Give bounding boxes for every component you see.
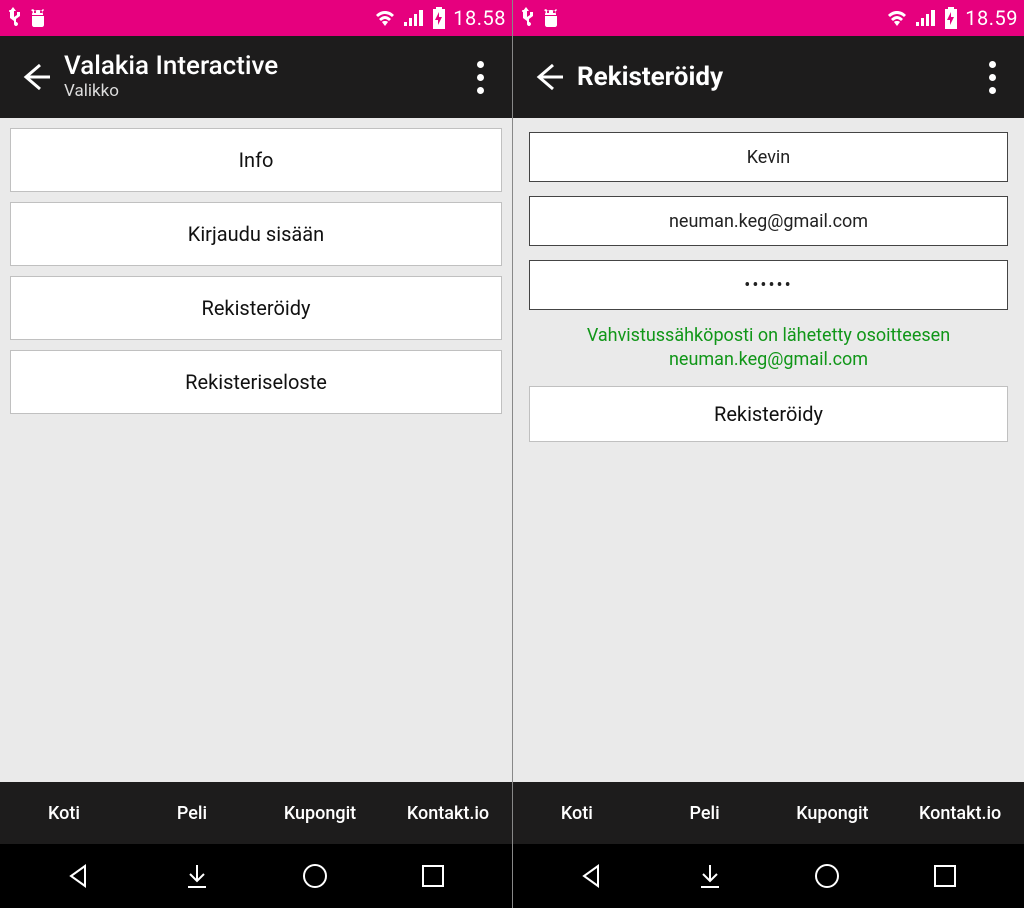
battery-icon [943, 7, 959, 29]
nav-bar [0, 844, 512, 908]
app-title: Valakia Interactive [64, 52, 460, 82]
bottom-tabs: Koti Peli Kupongit Kontakt.io [0, 782, 512, 844]
tab-coupons[interactable]: Kupongit [256, 782, 384, 844]
tab-game[interactable]: Peli [128, 782, 256, 844]
status-bar: 18.58 [0, 0, 512, 36]
register-submit-button[interactable]: Rekisteröidy [529, 386, 1008, 442]
content-area: Kevin neuman.keg@gmail.com •••••• Vahvis… [513, 118, 1024, 782]
status-time: 18.58 [453, 6, 506, 30]
nav-recent-icon[interactable] [927, 858, 963, 894]
adb-icon [541, 7, 561, 29]
signal-icon [403, 8, 425, 28]
status-time: 18.59 [965, 6, 1018, 30]
content-area: Info Kirjaudu sisään Rekisteröidy Rekist… [0, 118, 512, 782]
email-field[interactable]: neuman.keg@gmail.com [529, 196, 1008, 246]
tab-home[interactable]: Koti [513, 782, 641, 844]
nav-back-icon[interactable] [61, 858, 97, 894]
phone-left: 18.58 Valakia Interactive Valikko Info K… [0, 0, 512, 908]
tab-kontakt[interactable]: Kontakt.io [384, 782, 512, 844]
app-subtitle: Valikko [64, 82, 460, 102]
menu-privacy-button[interactable]: Rekisteriseloste [10, 350, 502, 414]
name-field[interactable]: Kevin [529, 132, 1008, 182]
password-field[interactable]: •••••• [529, 260, 1008, 310]
app-title: Rekisteröidy [577, 62, 972, 92]
back-button[interactable] [12, 53, 60, 101]
menu-info-button[interactable]: Info [10, 128, 502, 192]
back-button[interactable] [525, 53, 573, 101]
tab-coupons[interactable]: Kupongit [769, 782, 897, 844]
status-right: 18.58 [373, 6, 506, 30]
nav-download-icon[interactable] [692, 858, 728, 894]
overflow-menu-button[interactable] [460, 61, 500, 94]
app-bar-titles: Valakia Interactive Valikko [64, 52, 460, 101]
tab-kontakt[interactable]: Kontakt.io [896, 782, 1024, 844]
nav-bar [513, 844, 1024, 908]
confirmation-text: Vahvistussähköposti on lähetetty osoitte… [523, 324, 1014, 386]
usb-icon [6, 7, 20, 29]
app-bar: Rekisteröidy [513, 36, 1024, 118]
bottom-tabs: Koti Peli Kupongit Kontakt.io [513, 782, 1024, 844]
nav-home-icon[interactable] [809, 858, 845, 894]
status-bar: 18.59 [513, 0, 1024, 36]
usb-icon [519, 7, 533, 29]
nav-recent-icon[interactable] [415, 858, 451, 894]
battery-icon [431, 7, 447, 29]
app-bar: Valakia Interactive Valikko [0, 36, 512, 118]
tab-home[interactable]: Koti [0, 782, 128, 844]
status-left [6, 7, 48, 29]
nav-download-icon[interactable] [179, 858, 215, 894]
nav-home-icon[interactable] [297, 858, 333, 894]
menu-register-button[interactable]: Rekisteröidy [10, 276, 502, 340]
wifi-icon [373, 8, 397, 28]
tab-game[interactable]: Peli [641, 782, 769, 844]
phone-right: 18.59 Rekisteröidy Kevin neuman.keg@gmai… [512, 0, 1024, 908]
signal-icon [915, 8, 937, 28]
status-right: 18.59 [885, 6, 1018, 30]
app-bar-titles: Rekisteröidy [577, 62, 972, 92]
menu-login-button[interactable]: Kirjaudu sisään [10, 202, 502, 266]
status-left [519, 7, 561, 29]
wifi-icon [885, 8, 909, 28]
nav-back-icon[interactable] [574, 858, 610, 894]
overflow-menu-button[interactable] [972, 61, 1012, 94]
adb-icon [28, 7, 48, 29]
